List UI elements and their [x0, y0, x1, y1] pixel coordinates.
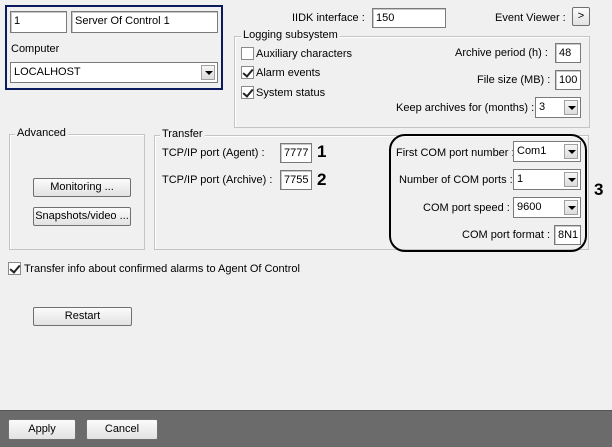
agent-port-label: TCP/IP port (Agent) : [162, 147, 265, 159]
com-speed-select[interactable]: 9600 [513, 197, 581, 218]
annotation-2: 2 [317, 170, 327, 189]
com-speed-value: 9600 [517, 201, 542, 213]
computer-value: LOCALHOST [14, 66, 81, 78]
system-status-checkbox[interactable] [241, 86, 254, 99]
transfer-info-label: Transfer info about confirmed alarms to … [24, 263, 300, 275]
com-format-field[interactable]: 8N1 [554, 225, 581, 245]
logging-group-title: Logging subsystem [241, 29, 340, 42]
archive-period-label: Archive period (h) : [455, 47, 548, 59]
num-com-label: Number of COM ports : [399, 174, 513, 186]
computer-select[interactable]: LOCALHOST [10, 62, 218, 83]
com-format-label: COM port format : [462, 229, 551, 241]
chevron-down-icon [201, 65, 215, 80]
archive-period-field[interactable]: 48 [555, 43, 581, 63]
num-com-value: 1 [517, 173, 524, 185]
transfer-group-title: Transfer [160, 128, 205, 141]
event-viewer-button[interactable]: > [572, 7, 590, 26]
iidk-label: IIDK interface : [292, 12, 365, 24]
com-speed-label: COM port speed : [423, 202, 510, 214]
server-id-field[interactable]: 1 [10, 11, 67, 33]
system-status-label: System status [256, 87, 326, 99]
event-viewer-label: Event Viewer : [495, 12, 566, 24]
archive-port-field[interactable]: 7755 [280, 170, 312, 190]
transfer-info-checkbox[interactable] [8, 262, 21, 275]
keep-archives-label: Keep archives for (months) : [396, 102, 535, 114]
restart-button[interactable]: Restart [33, 307, 132, 326]
chevron-down-icon [564, 100, 578, 115]
annotation-1: 1 [317, 142, 327, 161]
auxiliary-label: Auxiliary characters [256, 48, 352, 60]
first-com-select[interactable]: Com1 [513, 141, 581, 162]
agent-port-field[interactable]: 7777 [280, 143, 312, 163]
auxiliary-checkbox[interactable] [241, 47, 254, 60]
keep-archives-select[interactable]: 3 [535, 97, 581, 118]
keep-archives-value: 3 [539, 101, 546, 113]
annotation-3: 3 [594, 180, 604, 199]
chevron-down-icon [564, 200, 578, 215]
cancel-button[interactable]: Cancel [86, 419, 158, 440]
server-name-field[interactable]: Server Of Control 1 [71, 11, 218, 33]
file-size-field[interactable]: 100 [555, 70, 581, 90]
iidk-field[interactable]: 150 [372, 8, 446, 28]
snapshots-video-button[interactable]: Snapshots/video ... [33, 207, 131, 226]
alarm-events-label: Alarm events [256, 67, 321, 79]
advanced-group-title: Advanced [15, 127, 68, 140]
file-size-label: File size (MB) : [477, 74, 551, 86]
computer-label: Computer [11, 43, 60, 55]
first-com-value: Com1 [517, 145, 547, 157]
chevron-down-icon [564, 144, 578, 159]
monitoring-button[interactable]: Monitoring ... [33, 178, 131, 197]
chevron-down-icon [564, 172, 578, 187]
num-com-select[interactable]: 1 [513, 169, 581, 190]
first-com-label: First COM port number : [396, 147, 515, 159]
archive-port-label: TCP/IP port (Archive) : [162, 174, 273, 186]
alarm-events-checkbox[interactable] [241, 66, 254, 79]
apply-button[interactable]: Apply [8, 419, 76, 440]
